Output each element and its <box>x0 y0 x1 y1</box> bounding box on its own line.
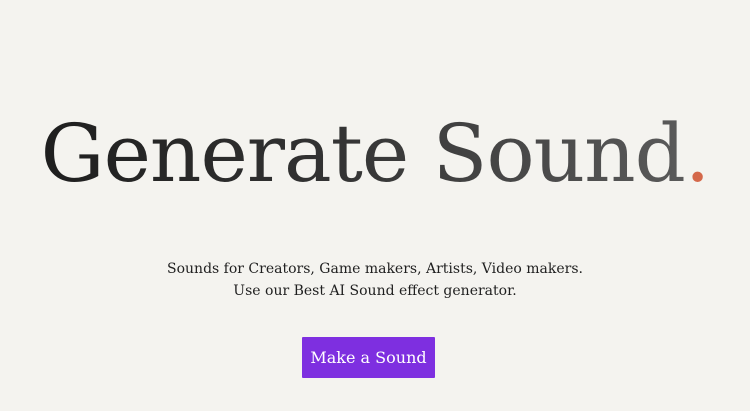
make-a-sound-button[interactable]: Make a Sound <box>302 337 435 378</box>
hero-headline: Generate Sound. <box>0 105 750 203</box>
hero-section: Generate Sound. Sounds for Creators, Gam… <box>0 0 750 411</box>
hero-subtitle-line-1: Sounds for Creators, Game makers, Artist… <box>167 261 583 277</box>
hero-headline-text: Generate Sound <box>40 107 686 200</box>
hero-subtitle-line-2: Use our Best AI Sound effect generator. <box>233 283 517 299</box>
hero-headline-dot: . <box>684 107 710 200</box>
hero-subtitle: Sounds for Creators, Game makers, Artist… <box>0 258 750 302</box>
